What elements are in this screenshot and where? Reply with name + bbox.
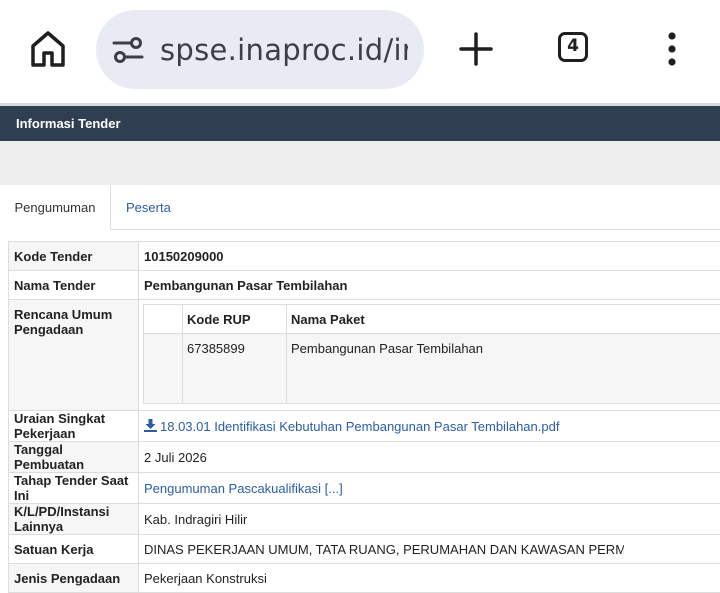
tahap-cell: Pengumuman Pascakualifikasi [...] — [139, 473, 720, 504]
tender-info-table: Kode Tender 10150209000 Nama Tender Pemb… — [8, 241, 720, 593]
uraian-download-link[interactable]: 18.03.01 Identifikasi Kebutuhan Pembangu… — [144, 419, 559, 434]
rup-nama-header: Nama Paket — [287, 305, 720, 334]
rup-table: Kode RUP Nama Paket 67385899 Pembangunan… — [143, 304, 720, 404]
table-row: Kode Tender 10150209000 — [9, 242, 720, 271]
row-label: Nama Tender — [9, 271, 139, 300]
row-label: Kode Tender — [9, 242, 139, 271]
tab-switcher-button[interactable]: 4 — [558, 32, 588, 62]
plus-icon — [458, 31, 494, 67]
url-text[interactable]: spse.inaproc.id/ir — [160, 30, 408, 70]
table-row: Uraian Singkat Pekerjaan 18.03.01 Identi… — [9, 411, 720, 442]
instansi-value: Kab. Indragiri Hilir — [139, 504, 720, 535]
rup-cell: Kode RUP Nama Paket 67385899 Pembangunan… — [139, 300, 720, 411]
page-title: Informasi Tender — [16, 116, 121, 131]
row-label: Uraian Singkat Pekerjaan — [9, 411, 139, 442]
row-label: Tahap Tender Saat Ini — [9, 473, 139, 504]
table-row: K/L/PD/Instansi Lainnya Kab. Indragiri H… — [9, 504, 720, 535]
table-row: Jenis Pengadaan Pekerjaan Konstruksi — [9, 564, 720, 593]
table-row: Rencana Umum Pengadaan Kode RUP Nama Pak… — [9, 300, 720, 411]
address-bar[interactable]: spse.inaproc.id/ir — [96, 10, 424, 89]
row-label: Jenis Pengadaan — [9, 564, 139, 593]
row-label: Rencana Umum Pengadaan — [9, 300, 139, 411]
header-spacer — [0, 141, 720, 185]
row-label: K/L/PD/Instansi Lainnya — [9, 504, 139, 535]
satker-value: DINAS PEKERJAAN UMUM, TATA RUANG, PERUMA… — [139, 535, 720, 564]
download-icon — [144, 419, 157, 432]
table-row: Tahap Tender Saat Ini Pengumuman Pascaku… — [9, 473, 720, 504]
rup-index-cell — [144, 334, 183, 404]
tab-pengumuman[interactable]: Pengumuman — [0, 185, 111, 230]
rup-row: 67385899 Pembangunan Pasar Tembilahan — [144, 334, 720, 404]
tahap-link[interactable]: Pengumuman Pascakualifikasi [...] — [144, 481, 343, 496]
nama-tender-value: Pembangunan Pasar Tembilahan — [139, 271, 720, 300]
jenis-value: Pekerjaan Konstruksi — [139, 564, 720, 593]
table-row: Nama Tender Pembangunan Pasar Tembilahan — [9, 271, 720, 300]
rup-kode-header: Kode RUP — [183, 305, 287, 334]
kode-tender-value: 10150209000 — [139, 242, 720, 271]
uraian-file-name[interactable]: 18.03.01 Identifikasi Kebutuhan Pembangu… — [160, 419, 559, 434]
rup-header-row: Kode RUP Nama Paket — [144, 305, 720, 334]
table-row: Tanggal Pembuatan 2 Juli 2026 — [9, 442, 720, 473]
rup-nama-cell: Pembangunan Pasar Tembilahan — [287, 334, 720, 404]
browser-toolbar: spse.inaproc.id/ir 4 — [0, 0, 720, 103]
home-icon — [28, 28, 68, 70]
home-button[interactable] — [28, 28, 68, 70]
more-options-button[interactable] — [664, 31, 680, 67]
row-label: Satuan Kerja — [9, 535, 139, 564]
table-row: Satuan Kerja DINAS PEKERJAAN UMUM, TATA … — [9, 535, 720, 564]
satker-text: DINAS PEKERJAAN UMUM, TATA RUANG, PERUMA… — [144, 542, 624, 557]
rup-index-header — [144, 305, 183, 334]
rup-kode-cell: 67385899 — [183, 334, 287, 404]
site-settings-icon[interactable] — [112, 35, 144, 65]
uraian-cell: 18.03.01 Identifikasi Kebutuhan Pembangu… — [139, 411, 720, 442]
row-label: Tanggal Pembuatan — [9, 442, 139, 473]
tanggal-value: 2 Juli 2026 — [139, 442, 720, 473]
more-vert-icon — [664, 31, 680, 67]
tab-peserta[interactable]: Peserta — [126, 185, 171, 230]
content-tabs: Pengumuman Peserta — [0, 185, 720, 230]
page-header: Informasi Tender — [0, 106, 720, 141]
new-tab-button[interactable] — [458, 31, 494, 67]
